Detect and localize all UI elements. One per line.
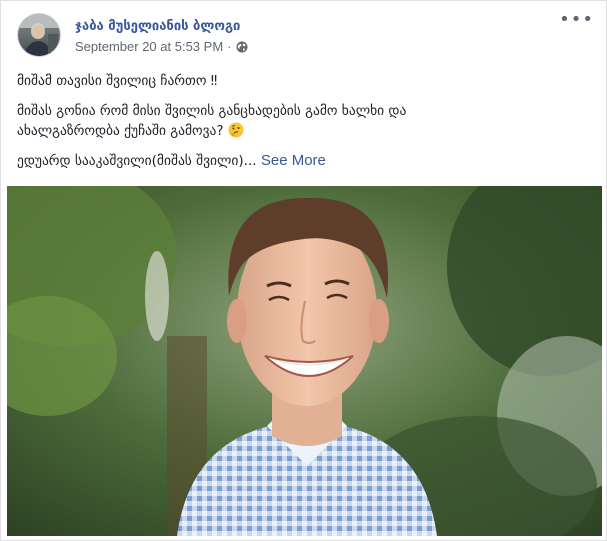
post-header: ჯაბა მუსელიანის ბლოგი September 20 at 5:… — [17, 13, 577, 59]
page-name-link[interactable]: ჯაბა მუსელიანის ბლოგი — [75, 19, 248, 35]
page-avatar[interactable] — [17, 13, 61, 57]
thinking-face-icon — [228, 122, 244, 138]
globe-icon[interactable] — [236, 41, 248, 53]
post-text-line-2: მიშას გონია რომ მისი შვილის განცხადების … — [17, 103, 407, 119]
see-more-link[interactable]: See More — [261, 152, 326, 169]
post-text-line-1: მიშამ თავისი შვილიც ჩართო ‼ — [17, 73, 218, 89]
more-options-icon[interactable]: ••• — [559, 11, 594, 29]
post-text-line-3: ახალგაზროდბა ქუჩაში გამოვა? — [17, 123, 224, 139]
post-text-line-4-wrap: ედუარდ სააკაშვილი(მიშას შვილი)... See Mo… — [17, 151, 592, 171]
separator-dot: · — [227, 39, 232, 54]
post-text-line-3-wrap: ახალგაზროდბა ქუჩაში გამოვა? — [17, 121, 592, 141]
post-text: მიშამ თავისი შვილიც ჩართო ‼ მიშას გონია … — [17, 71, 592, 171]
post-timestamp[interactable]: September 20 at 5:53 PM — [75, 39, 223, 54]
post-photo[interactable] — [7, 186, 602, 536]
facebook-post: ჯაბა მუსელიანის ბლოგი September 20 at 5:… — [0, 0, 607, 541]
post-text-line-4: ედუარდ სააკაშვილი(მიშას შვილი)... — [17, 153, 257, 169]
